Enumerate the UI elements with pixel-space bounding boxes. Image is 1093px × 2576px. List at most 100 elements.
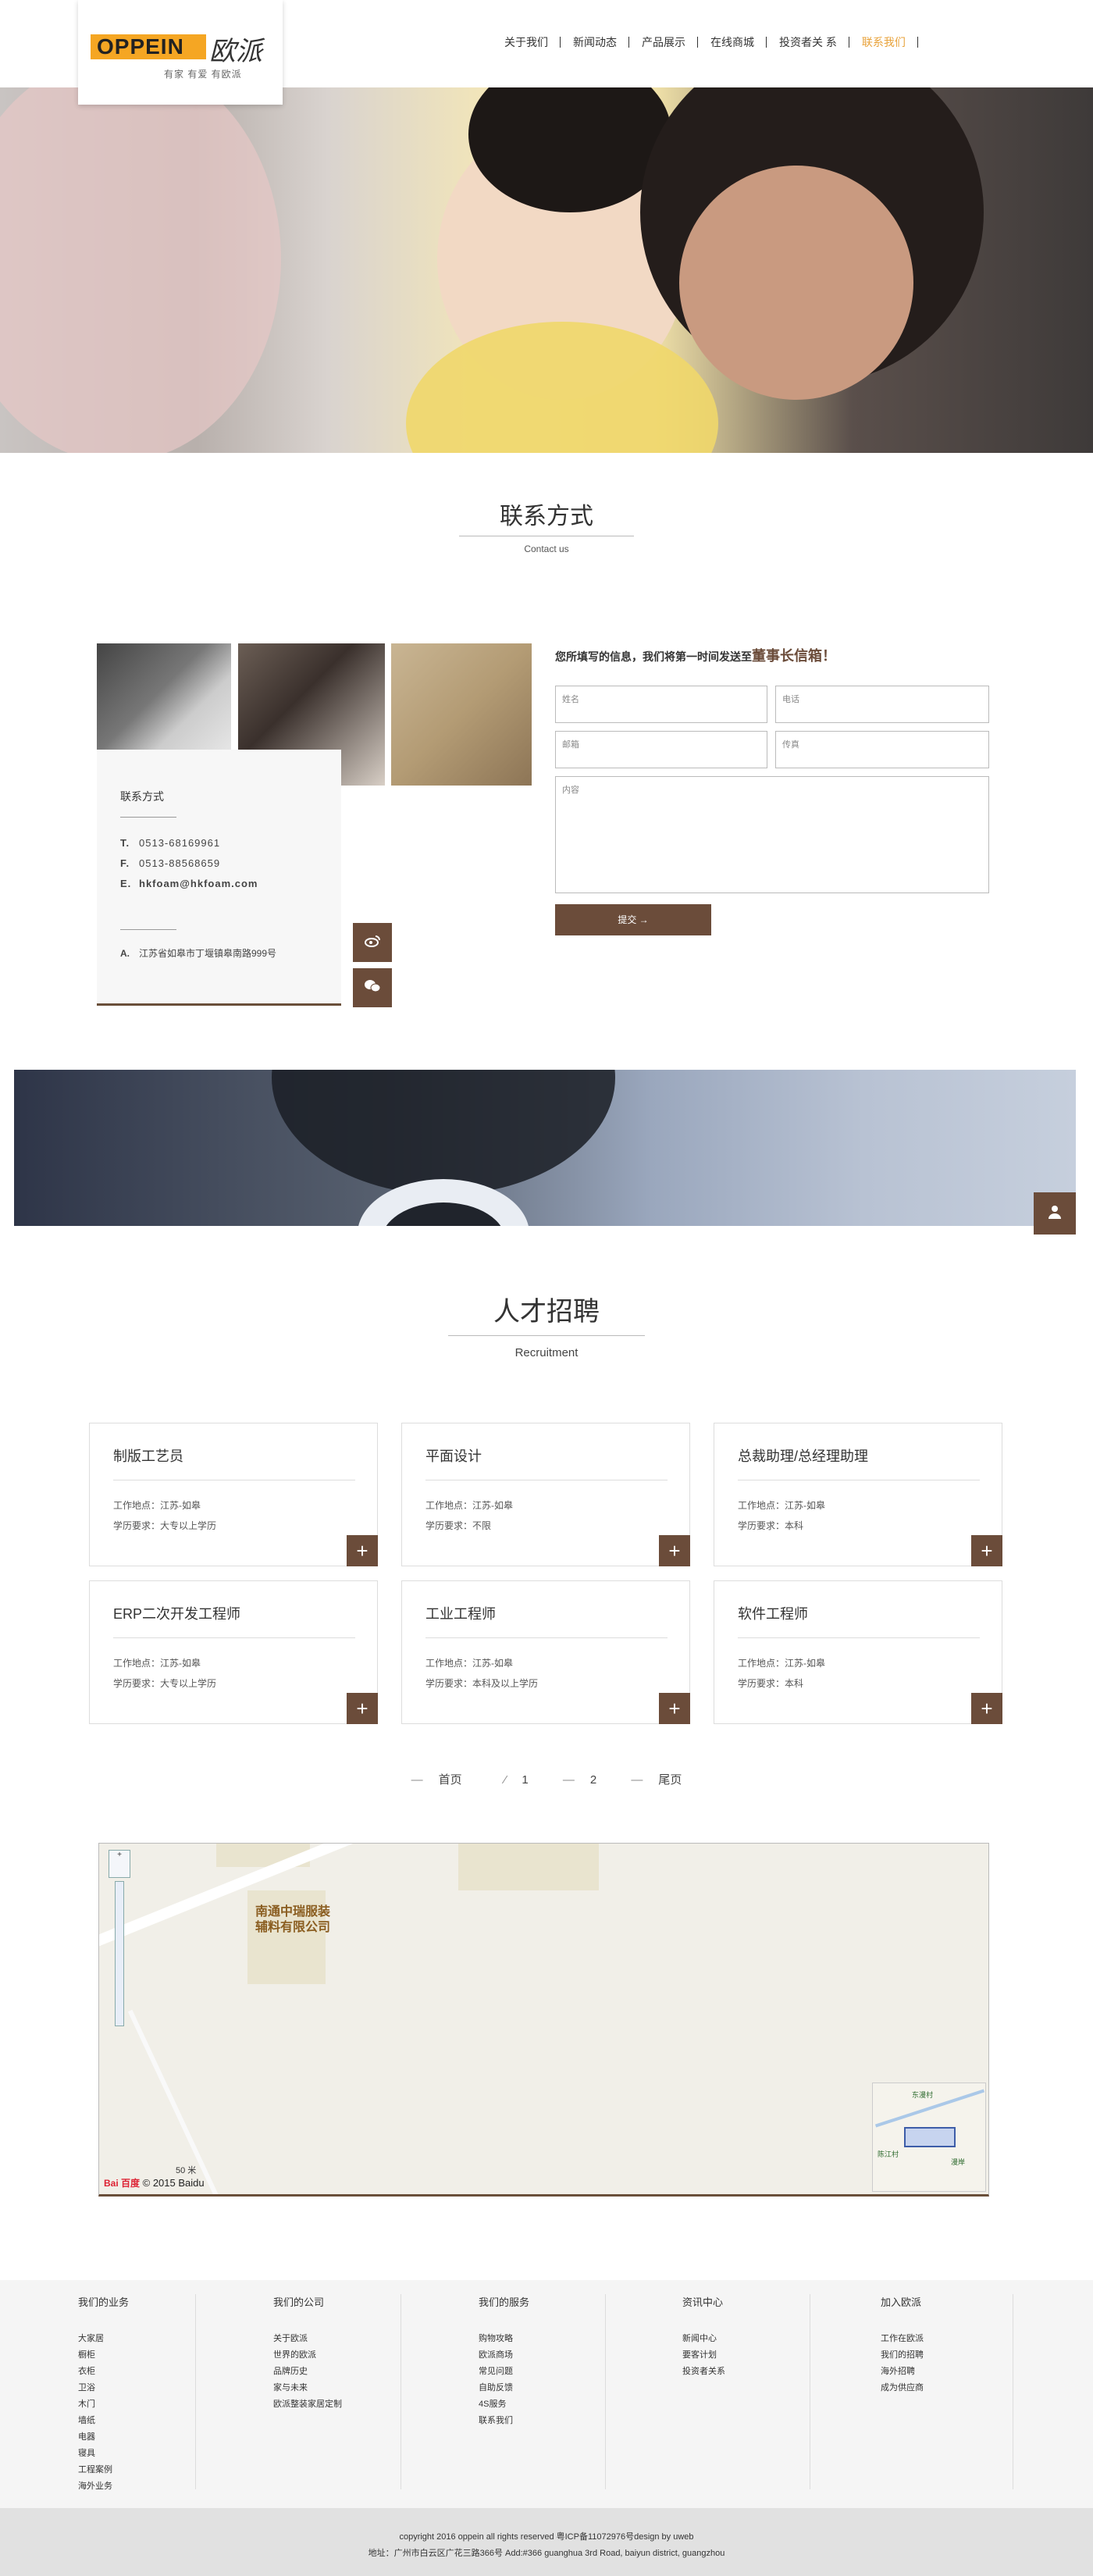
job-card[interactable]: 制版工艺员 工作地点：江苏-如皋 学历要求：大专以上学历 + — [89, 1423, 378, 1566]
footer-link[interactable]: 寝具 — [78, 2446, 129, 2462]
job-card[interactable]: 软件工程师 工作地点：江苏-如皋 学历要求：本科 + — [714, 1580, 1002, 1724]
map-overview-viewport[interactable] — [904, 2127, 956, 2147]
job-title: 制版工艺员 — [113, 1448, 183, 1464]
footer-link[interactable]: 橱柜 — [78, 2347, 129, 2364]
copyright-line: copyright 2016 oppein all rights reserve… — [399, 2532, 694, 2542]
job-card[interactable]: 总裁助理/总经理助理 工作地点：江苏-如皋 学历要求：本科 + — [714, 1423, 1002, 1566]
footer-link[interactable]: 关于欧派 — [273, 2331, 342, 2347]
footer-link[interactable]: 海外招聘 — [881, 2364, 924, 2380]
footer-link[interactable]: 电器 — [78, 2429, 129, 2446]
pager-first[interactable]: 首页 — [439, 1773, 462, 1787]
job-education: 学历要求：本科及以上学历 — [425, 1678, 539, 1689]
job-expand-button[interactable]: + — [971, 1693, 1002, 1724]
fax-field[interactable]: 传真 — [775, 731, 989, 768]
footer-link[interactable]: 卫浴 — [78, 2380, 129, 2396]
submit-button[interactable]: 提交 → — [555, 904, 711, 935]
map-zoom-slider[interactable] — [115, 1881, 124, 2026]
job-title: 总裁助理/总经理助理 — [738, 1448, 869, 1464]
copyright-bar: copyright 2016 oppein all rights reserve… — [0, 2508, 1093, 2576]
map-zoom-control[interactable]: + — [109, 1850, 132, 2028]
name-field[interactable]: 姓名 — [555, 686, 767, 723]
job-education: 学历要求：本科 — [738, 1520, 804, 1531]
content-textarea[interactable]: 内容 — [555, 776, 989, 893]
footer-col-join: 加入欧派 工作在欧派 我们的招聘 海外招聘 成为供应商 — [881, 2294, 924, 2396]
footer-col-service: 我们的服务 购物攻略 欧派商场 常见问题 自助反馈 4S服务 联系我们 — [479, 2294, 529, 2429]
contact-card-divider-2 — [120, 929, 176, 930]
job-education: 学历要求：大专以上学历 — [113, 1678, 217, 1689]
nav-products[interactable]: 产品展示 — [629, 34, 698, 50]
job-education: 学历要求：本科 — [738, 1678, 804, 1689]
recruit-title: 人才招聘 — [493, 1297, 600, 1327]
baidu-map[interactable]: + 南通中瑞服装 辅料有限公司 东漫村 陈江村 漫岸 50 米 Bai 百度 ©… — [98, 1843, 989, 2197]
footer-link[interactable]: 海外业务 — [78, 2478, 129, 2495]
side-contact-button[interactable] — [1034, 1192, 1076, 1235]
job-expand-button[interactable]: + — [659, 1535, 690, 1566]
job-education: 学历要求：大专以上学历 — [113, 1520, 217, 1531]
footer-link[interactable]: 自助反馈 — [479, 2380, 529, 2396]
nav-about[interactable]: 关于我们 — [492, 34, 561, 50]
map-overview[interactable]: 东漫村 陈江村 漫岸 — [872, 2083, 986, 2192]
footer-link[interactable]: 欧派商场 — [479, 2347, 529, 2364]
logo-oppein: OPPEIN — [91, 34, 206, 59]
footer-link[interactable]: 我们的招聘 — [881, 2347, 924, 2364]
email-field[interactable]: 邮箱 — [555, 731, 767, 768]
job-card[interactable]: 工业工程师 工作地点：江苏-如皋 学历要求：本科及以上学历 + — [401, 1580, 690, 1724]
contact-info-card: 联系方式 T. 0513-68169961 F. 0513-88568659 E. h… — [97, 750, 341, 1006]
map-pan-control[interactable]: + — [109, 1850, 130, 1878]
job-card[interactable]: ERP二次开发工程师 工作地点：江苏-如皋 学历要求：大专以上学历 + — [89, 1580, 378, 1724]
nav-shop[interactable]: 在线商城 — [698, 34, 767, 50]
footer-link[interactable]: 投资者关系 — [682, 2364, 725, 2380]
pager-page-2[interactable]: 2 — [590, 1773, 596, 1787]
footer-link[interactable]: 品牌历史 — [273, 2364, 342, 2380]
footer-link[interactable]: 新闻中心 — [682, 2331, 725, 2347]
job-expand-button[interactable]: + — [347, 1535, 378, 1566]
weibo-button[interactable] — [353, 923, 392, 962]
nav-investors[interactable]: 投资者关 系 — [767, 34, 849, 50]
form-note-highlight: 董事长信箱！ — [752, 648, 836, 664]
footer-link[interactable]: 工作在欧派 — [881, 2331, 924, 2347]
job-divider — [425, 1637, 668, 1638]
job-title: 平面设计 — [425, 1448, 482, 1464]
job-divider — [738, 1637, 980, 1638]
map-place-label: 南通中瑞服装 辅料有限公司 — [255, 1905, 331, 1934]
job-title: 工业工程师 — [425, 1606, 496, 1622]
form-note: 您所填写的信息，我们将第一时间发送至董事长信箱！ — [555, 648, 836, 664]
footer-link[interactable]: 墙纸 — [78, 2413, 129, 2429]
footer-link[interactable]: 联系我们 — [479, 2413, 529, 2429]
job-location: 工作地点：江苏-如皋 — [738, 1500, 825, 1511]
wechat-button[interactable] — [353, 968, 392, 1007]
contact-email[interactable]: E. hkfoam@hkfoam.com — [120, 878, 258, 889]
pager-last[interactable]: 尾页 — [658, 1773, 682, 1787]
nav-news[interactable]: 新闻动态 — [561, 34, 629, 50]
nav-contact[interactable]: 联系我们 — [849, 34, 918, 50]
footer-link[interactable]: 要客计划 — [682, 2347, 725, 2364]
job-card[interactable]: 平面设计 工作地点：江苏-如皋 学历要求：不限 + — [401, 1423, 690, 1566]
footer-link[interactable]: 欧派整装家居定制 — [273, 2396, 342, 2413]
logo[interactable]: OPPEIN 欧派 有家 有爱 有欧派 — [78, 0, 283, 105]
baidu-logo: Bai 百度 — [104, 2178, 141, 2189]
footer-link[interactable]: 大家居 — [78, 2331, 129, 2347]
footer-link[interactable]: 4S服务 — [479, 2396, 529, 2413]
job-location: 工作地点：江苏-如皋 — [425, 1658, 513, 1669]
contact-address: A. 江苏省如皋市丁堰镇皋南路999号 — [120, 948, 277, 959]
phone-field[interactable]: 电话 — [775, 686, 989, 723]
footer-link[interactable]: 木门 — [78, 2396, 129, 2413]
contact-card-divider — [120, 817, 176, 818]
contact-title: 联系方式 — [500, 504, 593, 529]
footer-link[interactable]: 成为供应商 — [881, 2380, 924, 2396]
footer-link[interactable]: 购物攻略 — [479, 2331, 529, 2347]
footer-link[interactable]: 衣柜 — [78, 2364, 129, 2380]
job-expand-button[interactable]: + — [659, 1693, 690, 1724]
logo-slogan: 有家 有爱 有欧派 — [164, 69, 242, 80]
pager-page-1[interactable]: 1 — [522, 1773, 528, 1787]
footer-link[interactable]: 工程案例 — [78, 2462, 129, 2478]
footer-link[interactable]: 常见问题 — [479, 2364, 529, 2380]
map-copyright: Bai 百度 © 2015 Baidu — [104, 2177, 205, 2189]
job-expand-button[interactable]: + — [347, 1693, 378, 1724]
footer-link[interactable]: 家与未来 — [273, 2380, 342, 2396]
job-expand-button[interactable]: + — [971, 1535, 1002, 1566]
recruit-subtitle: Recruitment — [514, 1346, 579, 1359]
user-icon — [1048, 1205, 1062, 1223]
pagination: — 首页 ⁄ 1 —2 — 尾页 — [411, 1773, 682, 1787]
footer-link[interactable]: 世界的欧派 — [273, 2347, 342, 2364]
